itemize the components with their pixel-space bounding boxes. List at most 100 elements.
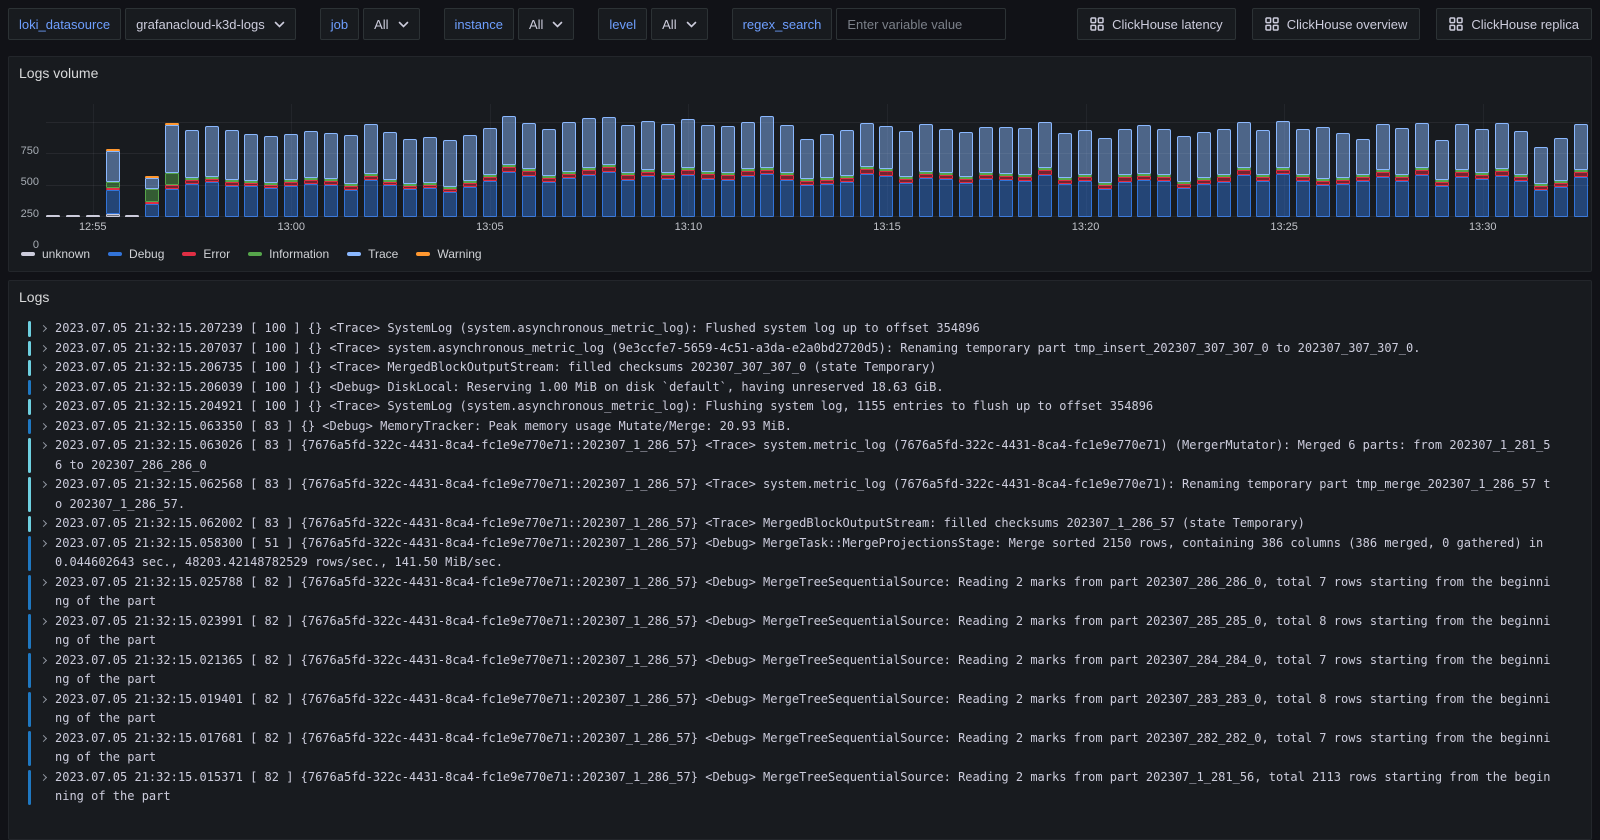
bar-segment-debug <box>840 182 854 217</box>
log-row[interactable]: 2023.07.05 21:32:15.206735 [ 100 ] {} <T… <box>28 358 1591 378</box>
bar-segment-trace <box>919 124 933 171</box>
log-row[interactable]: 2023.07.05 21:32:15.207239 [ 100 ] {} <T… <box>28 319 1591 339</box>
bar-segment-trace <box>661 124 675 173</box>
bar-segment-debug <box>602 172 616 217</box>
bar-segment-trace <box>1157 129 1171 174</box>
bar-segment-debug <box>106 190 120 214</box>
bar-segment-debug <box>1217 182 1231 217</box>
expand-row-icon[interactable] <box>31 573 55 612</box>
chevron-right-icon <box>39 481 46 488</box>
log-line-text: 2023.07.05 21:32:15.207239 [ 100 ] {} <T… <box>55 319 1554 339</box>
bar-segment-trace <box>780 125 794 174</box>
legend-item-trace[interactable]: Trace <box>347 247 398 261</box>
expand-row-icon[interactable] <box>31 397 55 417</box>
bar-segment-debug <box>1078 181 1092 217</box>
log-row[interactable]: 2023.07.05 21:32:15.062568 [ 83 ] {7676a… <box>28 475 1591 514</box>
legend-item-information[interactable]: Information <box>248 247 329 261</box>
level-select[interactable]: All <box>651 8 707 40</box>
bar-segment-trace <box>602 117 616 166</box>
bar-segment-trace <box>1118 129 1132 176</box>
expand-row-icon[interactable] <box>31 514 55 534</box>
legend-item-debug[interactable]: Debug <box>108 247 164 261</box>
log-row[interactable]: 2023.07.05 21:32:15.063350 [ 83 ] {} <De… <box>28 417 1591 437</box>
log-row[interactable]: 2023.07.05 21:32:15.207037 [ 100 ] {} <T… <box>28 339 1591 359</box>
expand-row-icon[interactable] <box>31 612 55 651</box>
bar-segment-debug <box>860 174 874 217</box>
expand-row-icon[interactable] <box>31 339 55 359</box>
bar-segment-debug <box>800 185 814 217</box>
log-row[interactable]: 2023.07.05 21:32:15.015371 [ 82 ] {7676a… <box>28 768 1591 807</box>
bar-segment-trace <box>1058 133 1072 178</box>
datasource-value: grafanacloud-k3d-logs <box>136 17 265 32</box>
bar-segment-trace <box>1356 139 1370 175</box>
log-line-text: 2023.07.05 21:32:15.207037 [ 100 ] {} <T… <box>55 339 1554 359</box>
regex-search-input[interactable] <box>836 8 1006 40</box>
bar-segment-trace <box>1276 121 1290 168</box>
bar-segment-debug <box>1435 186 1449 217</box>
log-row[interactable]: 2023.07.05 21:32:15.021365 [ 82 ] {7676a… <box>28 651 1591 690</box>
bar-segment-error <box>1415 170 1429 175</box>
bar-segment-trace <box>1038 122 1052 168</box>
panel-title: Logs <box>9 281 1591 309</box>
clickhouse-overview-link[interactable]: ClickHouse overview <box>1252 8 1421 40</box>
log-line-text: 2023.07.05 21:32:15.063026 [ 83 ] {7676a… <box>55 436 1554 475</box>
expand-row-icon[interactable] <box>31 729 55 768</box>
log-line-text: 2023.07.05 21:32:15.017681 [ 82 ] {7676a… <box>55 729 1554 768</box>
log-row[interactable]: 2023.07.05 21:32:15.204921 [ 100 ] {} <T… <box>28 397 1591 417</box>
bar-segment-trace <box>820 134 834 178</box>
expand-row-icon[interactable] <box>31 436 55 475</box>
bar-segment-trace <box>1197 132 1211 178</box>
bar-segment-debug <box>1574 177 1588 217</box>
bar-segment-trace <box>959 132 973 177</box>
expand-row-icon[interactable] <box>31 651 55 690</box>
gridline <box>46 216 1589 217</box>
log-row[interactable]: 2023.07.05 21:32:15.063026 [ 83 ] {7676a… <box>28 436 1591 475</box>
variable-label-level: level <box>598 8 647 40</box>
expand-row-icon[interactable] <box>31 475 55 514</box>
legend-swatch <box>182 252 196 256</box>
expand-row-icon[interactable] <box>31 534 55 573</box>
gridline <box>46 122 1589 123</box>
legend-label: Debug <box>129 247 164 261</box>
job-select[interactable]: All <box>363 8 419 40</box>
datasource-picker[interactable]: grafanacloud-k3d-logs <box>125 8 296 40</box>
bar-segment-trace <box>165 125 179 173</box>
bar-segment-trace <box>463 135 477 181</box>
log-row[interactable]: 2023.07.05 21:32:15.017681 [ 82 ] {7676a… <box>28 729 1591 768</box>
legend-label: Warning <box>437 247 481 261</box>
log-row[interactable]: 2023.07.05 21:32:15.058300 [ 51 ] {7676a… <box>28 534 1591 573</box>
log-line-text: 2023.07.05 21:32:15.204921 [ 100 ] {} <T… <box>55 397 1554 417</box>
expand-row-icon[interactable] <box>31 768 55 807</box>
bar-segment-trace <box>1237 122 1251 169</box>
bar-segment-debug <box>165 189 179 217</box>
log-row[interactable]: 2023.07.05 21:32:15.019401 [ 82 ] {7676a… <box>28 690 1591 729</box>
x-tick-label: 13:25 <box>1270 221 1298 233</box>
instance-select[interactable]: All <box>518 8 574 40</box>
legend-item-error[interactable]: Error <box>182 247 230 261</box>
log-line-text: 2023.07.05 21:32:15.021365 [ 82 ] {7676a… <box>55 651 1554 690</box>
expand-row-icon[interactable] <box>31 319 55 339</box>
expand-row-icon[interactable] <box>31 417 55 437</box>
log-row[interactable]: 2023.07.05 21:32:15.062002 [ 83 ] {7676a… <box>28 514 1591 534</box>
bar-segment-trace <box>1435 140 1449 180</box>
bar-segment-debug <box>423 188 437 217</box>
expand-row-icon[interactable] <box>31 690 55 729</box>
bar-segment-debug <box>1514 181 1528 217</box>
expand-row-icon[interactable] <box>31 358 55 378</box>
bar-segment-debug <box>1554 187 1568 217</box>
log-row[interactable]: 2023.07.05 21:32:15.206039 [ 100 ] {} <D… <box>28 378 1591 398</box>
variable-regex-search: regex_search <box>732 8 1007 40</box>
bar-segment-error <box>1118 177 1132 181</box>
bar-segment-information <box>165 173 179 186</box>
expand-row-icon[interactable] <box>31 378 55 398</box>
log-row[interactable]: 2023.07.05 21:32:15.023991 [ 82 ] {7676a… <box>28 612 1591 651</box>
clickhouse-replica-link[interactable]: ClickHouse replica <box>1436 8 1592 40</box>
log-row[interactable]: 2023.07.05 21:32:15.025788 [ 82 ] {7676a… <box>28 573 1591 612</box>
bar-segment-debug <box>344 190 358 217</box>
clickhouse-latency-link[interactable]: ClickHouse latency <box>1077 8 1236 40</box>
bar-segment-trace <box>721 126 735 173</box>
bar-segment-error <box>681 170 695 175</box>
bar-segment-trace <box>522 123 536 169</box>
legend-item-warning[interactable]: Warning <box>416 247 481 261</box>
bar-segment-debug <box>1118 182 1132 217</box>
